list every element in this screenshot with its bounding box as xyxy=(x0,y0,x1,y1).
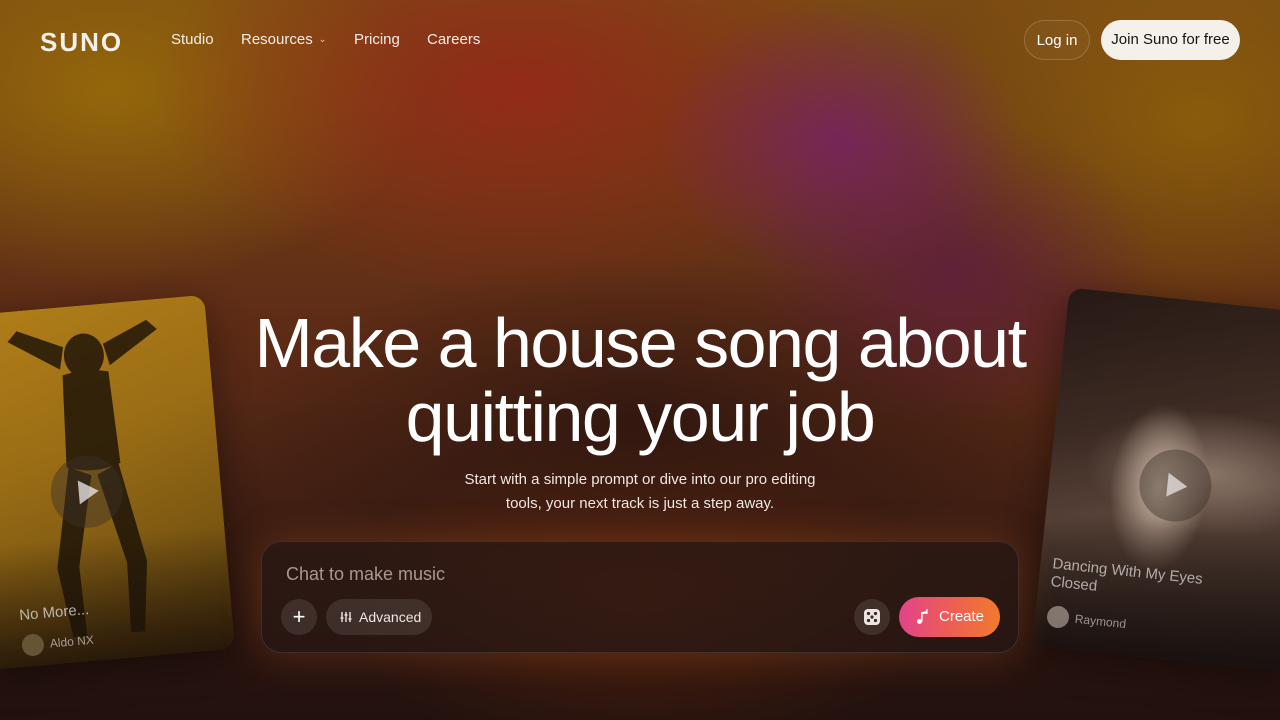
create-button[interactable]: Create xyxy=(899,597,1000,637)
card-artist-name: Aldo NX xyxy=(49,632,95,651)
advanced-label: Advanced xyxy=(359,609,422,625)
hero-subtitle-line: Start with a simple prompt or dive into … xyxy=(464,471,816,488)
nav-link-resources[interactable]: Resources ⌄ xyxy=(241,31,326,48)
login-button[interactable]: Log in xyxy=(1024,20,1090,60)
plus-icon: + xyxy=(292,604,306,629)
dice-icon xyxy=(864,609,880,625)
card-artist-name: Raymond xyxy=(1074,611,1127,632)
hero-subtitle: Start with a simple prompt or dive into … xyxy=(440,468,840,516)
nav-link-careers[interactable]: Careers xyxy=(427,31,480,48)
sliders-icon xyxy=(340,612,352,622)
card-song-title: Dancing With My Eyes Closed xyxy=(1049,555,1204,595)
create-label: Create xyxy=(939,608,985,625)
play-button[interactable] xyxy=(1135,445,1215,526)
play-icon xyxy=(1166,472,1189,499)
hero-title: Make a house song about quitting your jo… xyxy=(190,306,1090,454)
random-prompt-button[interactable] xyxy=(854,599,890,635)
prompt-box: + Advanced Create xyxy=(261,541,1019,653)
suno-logo[interactable]: SUNO xyxy=(40,27,123,58)
prompt-input[interactable] xyxy=(284,560,988,588)
chevron-down-icon: ⌄ xyxy=(318,34,327,44)
top-navigation: SUNO Studio Resources ⌄ Pricing Careers L… xyxy=(0,0,1280,80)
artist-avatar xyxy=(1045,604,1071,630)
hero-title-line: quitting your job xyxy=(405,378,876,456)
nav-link-label: Resources xyxy=(241,31,313,48)
play-icon xyxy=(77,478,100,505)
music-note-icon xyxy=(917,609,928,624)
hero-subtitle-line: tools, your next track is just a step aw… xyxy=(505,495,775,512)
nav-link-studio[interactable]: Studio xyxy=(171,31,214,48)
advanced-button[interactable]: Advanced xyxy=(326,599,432,635)
add-button[interactable]: + xyxy=(281,599,317,635)
hero-title-line: Make a house song about xyxy=(254,304,1027,382)
nav-link-pricing[interactable]: Pricing xyxy=(354,31,400,48)
join-free-button[interactable]: Join Suno for free xyxy=(1101,20,1240,60)
